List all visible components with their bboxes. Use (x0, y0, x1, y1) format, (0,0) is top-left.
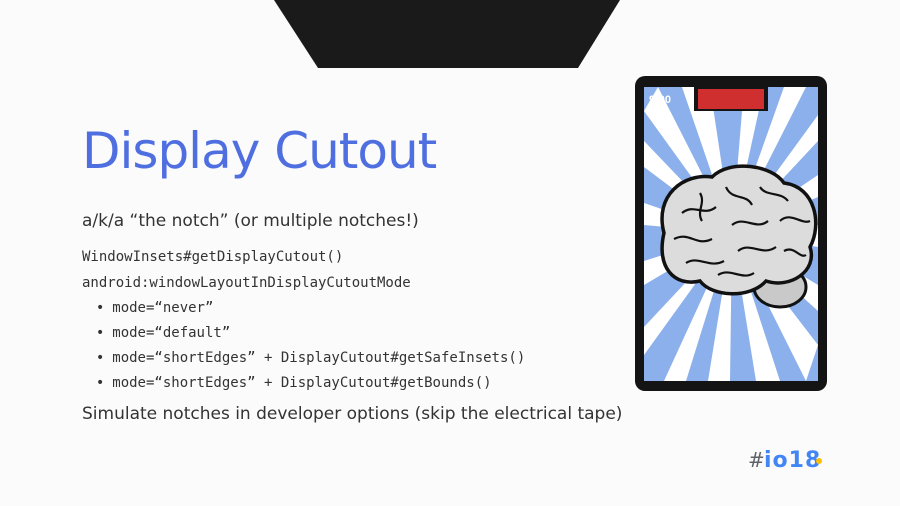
bullet-glyph: • (96, 350, 105, 366)
bullet-item: • mode=“default” (96, 325, 230, 341)
top-banner-shape (274, 0, 620, 68)
io18-logo: # io18 (748, 448, 822, 473)
bullet-glyph: • (96, 375, 105, 391)
code-line-get-display-cutout: WindowInsets#getDisplayCutout() (82, 249, 344, 265)
bullet-text: mode=“default” (112, 325, 231, 341)
slide-subtitle: a/k/a “the notch” (or multiple notches!) (82, 211, 419, 231)
bullet-text: mode=“shortEdges” + DisplayCutout#getBou… (112, 375, 492, 391)
bullet-glyph: • (96, 325, 105, 341)
logo-text: io18 (764, 448, 821, 473)
logo-hash: # (748, 448, 765, 472)
slide-title: Display Cutout (82, 122, 437, 180)
bullet-item: • mode=“never” (96, 300, 213, 316)
bullet-glyph: • (96, 300, 105, 316)
bullet-text: mode=“shortEdges” + DisplayCutout#getSaf… (112, 350, 526, 366)
code-line-layout-mode: android:windowLayoutInDisplayCutoutMode (82, 275, 411, 291)
slide: Display Cutout a/k/a “the notch” (or mul… (0, 0, 900, 506)
status-time: 9:00 (649, 94, 671, 106)
logo-dot (816, 458, 822, 464)
phone-illustration: 9:00 (635, 76, 827, 391)
bullet-text: mode=“never” (112, 300, 214, 316)
notch-highlight (698, 89, 764, 109)
bullet-item: • mode=“shortEdges” + DisplayCutout#getBo… (96, 375, 492, 391)
slide-footer-text: Simulate notches in developer options (s… (82, 404, 623, 424)
bullet-item: • mode=“shortEdges” + DisplayCutout#getSa… (96, 350, 525, 366)
